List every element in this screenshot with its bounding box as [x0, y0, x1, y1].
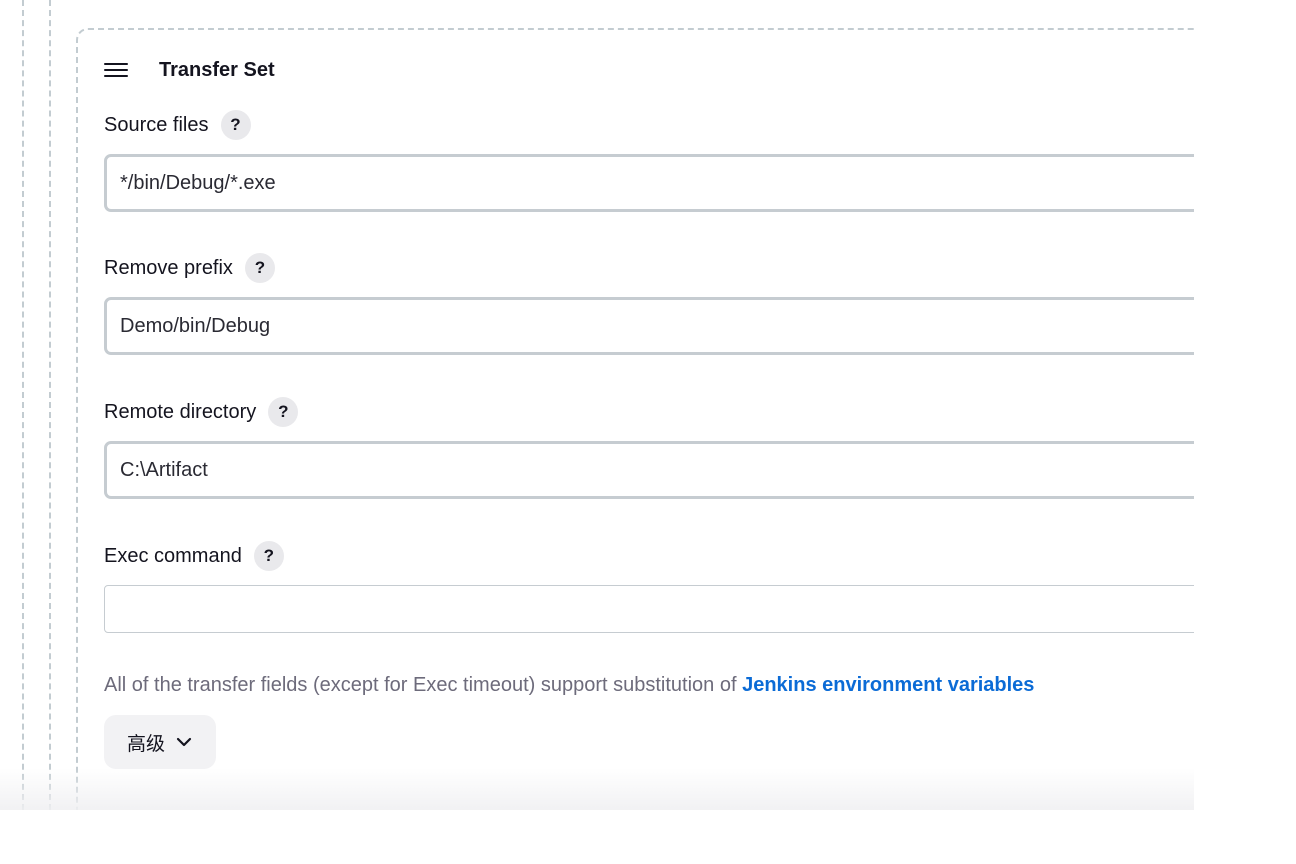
- card-title: Transfer Set: [159, 58, 275, 81]
- page: Transfer Set Source files ? Remove prefi…: [0, 0, 1296, 864]
- browser-viewport: Transfer Set Source files ? Remove prefi…: [0, 0, 1194, 810]
- remove-prefix-label: Remove prefix: [104, 256, 233, 279]
- source-files-label: Source files: [104, 113, 209, 136]
- exec-command-label: Exec command: [104, 544, 242, 567]
- source-files-field: Source files ?: [104, 110, 1194, 212]
- remove-prefix-input[interactable]: [104, 297, 1194, 355]
- jenkins-env-vars-link[interactable]: Jenkins environment variables: [742, 674, 1034, 696]
- exec-command-textarea[interactable]: [104, 585, 1194, 633]
- substitution-note-text: All of the transfer fields (except for E…: [104, 674, 743, 696]
- transfer-set-card: Transfer Set Source files ? Remove prefi…: [76, 28, 1194, 810]
- remote-directory-input[interactable]: [104, 441, 1194, 499]
- outer-nesting-guide: [22, 0, 24, 810]
- source-files-input[interactable]: [104, 154, 1194, 212]
- remote-directory-help-icon[interactable]: ?: [268, 397, 299, 427]
- drag-handle-icon[interactable]: [104, 61, 128, 79]
- source-files-help-icon[interactable]: ?: [220, 110, 251, 140]
- inner-nesting-guide: [49, 0, 51, 810]
- exec-command-field: Exec command ?: [104, 541, 1194, 638]
- substitution-note: All of the transfer fields (except for E…: [104, 674, 1034, 697]
- remote-directory-field: Remote directory ?: [104, 397, 1194, 499]
- advanced-button-label: 高级: [126, 732, 165, 755]
- remove-prefix-field: Remove prefix ?: [104, 253, 1194, 355]
- advanced-button[interactable]: 高级: [104, 715, 216, 769]
- remove-prefix-help-icon[interactable]: ?: [244, 253, 275, 283]
- chevron-down-icon: [175, 733, 193, 751]
- remote-directory-label: Remote directory: [104, 400, 257, 423]
- exec-command-help-icon[interactable]: ?: [253, 541, 284, 571]
- card-header: Transfer Set: [104, 56, 275, 84]
